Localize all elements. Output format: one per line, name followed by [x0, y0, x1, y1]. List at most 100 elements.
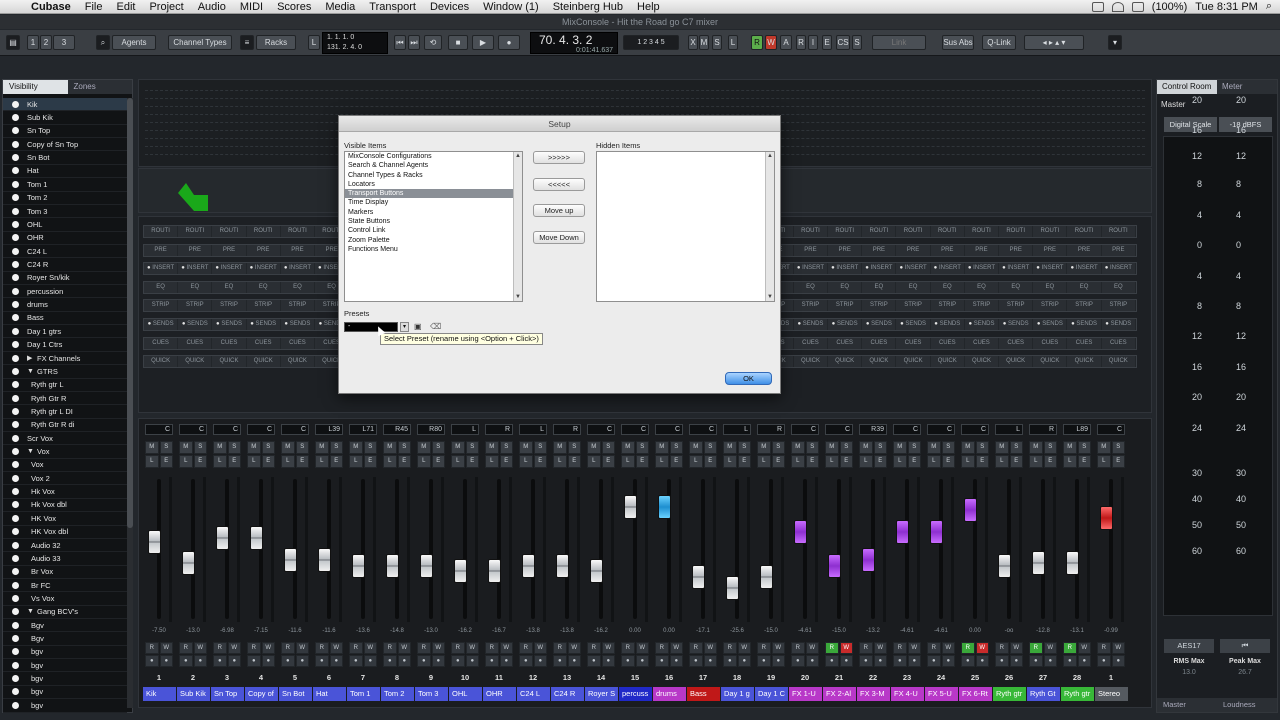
rack-slot[interactable]: PRE: [247, 244, 281, 256]
channel-l-button[interactable]: L: [723, 455, 737, 468]
channel-l-button[interactable]: L: [893, 455, 907, 468]
zoom-palette[interactable]: ◂ ▸ ▴ ▾: [1024, 35, 1084, 50]
fader-knob[interactable]: [420, 553, 433, 578]
write-button[interactable]: W: [159, 642, 173, 654]
visibility-item[interactable]: OHR: [3, 232, 127, 245]
channel-e-button[interactable]: E: [227, 455, 241, 468]
channel-name[interactable]: Royer S: [585, 687, 618, 701]
tab-loudness[interactable]: Loudness: [1217, 698, 1277, 712]
menu-item[interactable]: File: [78, 1, 110, 13]
visibility-dot-icon[interactable]: [12, 314, 19, 322]
channel-l-button[interactable]: L: [315, 455, 329, 468]
visibility-dot-icon[interactable]: [12, 100, 19, 108]
visibility-dot-icon[interactable]: [12, 194, 19, 202]
channel-m-button[interactable]: M: [145, 441, 159, 454]
visibility-item[interactable]: OHL: [3, 218, 127, 232]
channel-e-button[interactable]: E: [737, 455, 751, 468]
rack-slot[interactable]: INSERT: [896, 263, 931, 275]
read-button[interactable]: R: [621, 642, 635, 654]
channel-m-button[interactable]: M: [213, 441, 227, 454]
state-s2-button[interactable]: S: [852, 35, 862, 50]
write-button[interactable]: W: [635, 642, 649, 654]
automation-dot-icon[interactable]: ●: [791, 655, 805, 667]
write-button[interactable]: W: [363, 642, 377, 654]
menu-item[interactable]: Steinberg Hub: [546, 1, 630, 13]
visibility-dot-icon[interactable]: [12, 501, 19, 509]
visibility-item[interactable]: C24 R: [3, 258, 127, 272]
channel-name[interactable]: FX 2-Al: [823, 687, 856, 701]
channel-name[interactable]: Tom 2: [381, 687, 414, 701]
fader-knob[interactable]: [318, 548, 331, 573]
channel-name[interactable]: Tom 1: [347, 687, 380, 701]
channel-l-button[interactable]: L: [281, 455, 295, 468]
window-layout-icon[interactable]: ▤: [6, 35, 20, 50]
rack-slot[interactable]: ROUTI: [896, 226, 931, 237]
channel-l-button[interactable]: L: [179, 455, 193, 468]
channel-l-button[interactable]: L: [961, 455, 975, 468]
read-button[interactable]: R: [213, 642, 227, 654]
channel-m-button[interactable]: M: [417, 441, 431, 454]
read-button[interactable]: R: [689, 642, 703, 654]
channel-e-button[interactable]: E: [1043, 455, 1057, 468]
channel-e-button[interactable]: E: [397, 455, 411, 468]
fader-track[interactable]: [905, 479, 909, 619]
rack-slot[interactable]: ROUTI: [931, 226, 965, 237]
automation-dot-icon[interactable]: ●: [825, 655, 839, 667]
sus-abs-button[interactable]: Sus Abs: [942, 35, 974, 50]
automation-dot-icon[interactable]: ●: [771, 655, 785, 667]
channel-m-button[interactable]: M: [1097, 441, 1111, 454]
visibility-dot-icon[interactable]: [12, 407, 19, 415]
fader-knob[interactable]: [760, 565, 773, 589]
visibility-item[interactable]: bgv: [3, 699, 127, 713]
rack-slot[interactable]: EQ: [1102, 281, 1136, 293]
rack-slot[interactable]: EQ: [178, 281, 213, 293]
rack-slot[interactable]: STRIP: [1067, 300, 1102, 312]
write-button[interactable]: W: [1009, 642, 1023, 654]
visible-list-item[interactable]: MixConsole Configurations: [345, 152, 522, 161]
write-button[interactable]: W: [771, 642, 785, 654]
channel-l-button[interactable]: L: [655, 455, 669, 468]
automation-dot-icon[interactable]: ●: [451, 655, 465, 667]
visibility-dot-icon[interactable]: [12, 474, 19, 482]
visibility-item[interactable]: Br Vox: [3, 566, 127, 579]
channel-l-button[interactable]: L: [1097, 455, 1111, 468]
channel-name[interactable]: Day 1 C: [755, 687, 788, 701]
automation-dot-icon[interactable]: ●: [193, 655, 207, 667]
visible-list-item[interactable]: Locators: [345, 180, 522, 189]
visible-items-list[interactable]: MixConsole Configurations Search & Channe…: [344, 151, 523, 302]
write-button[interactable]: W: [193, 642, 207, 654]
channel-e-button[interactable]: E: [295, 455, 309, 468]
read-button[interactable]: R: [859, 642, 873, 654]
read-button[interactable]: R: [825, 642, 839, 654]
rack-slot[interactable]: PRE: [931, 244, 965, 256]
rack-slot[interactable]: EQ: [247, 281, 281, 293]
channel-m-button[interactable]: M: [655, 441, 669, 454]
rack-slot[interactable]: STRIP: [931, 300, 965, 312]
automation-dot-icon[interactable]: ●: [689, 655, 703, 667]
pan-control[interactable]: C: [893, 424, 921, 435]
channel-l-button[interactable]: L: [485, 455, 499, 468]
visibility-item[interactable]: Ryth Gtr R di: [3, 419, 127, 432]
rack-slot[interactable]: EQ: [828, 281, 863, 293]
chevron-down-icon[interactable]: ▾: [400, 322, 409, 332]
config-2-button[interactable]: 2: [40, 35, 52, 50]
position-display[interactable]: 70. 4. 3. 2 0:01:41.637: [530, 32, 618, 54]
fader-knob[interactable]: [998, 553, 1011, 578]
write-button[interactable]: W: [227, 642, 241, 654]
state-x-button[interactable]: X: [688, 35, 698, 50]
channel-name[interactable]: Stereo: [1095, 687, 1128, 701]
rack-slot[interactable]: ROUTI: [1102, 226, 1136, 237]
read-button[interactable]: R: [247, 642, 261, 654]
locator-display[interactable]: 1. 1. 1. 0 131. 2. 4. 0: [322, 32, 388, 54]
channel-s-button[interactable]: S: [295, 441, 309, 454]
visibility-item[interactable]: Ryth Gtr R: [3, 392, 127, 406]
visibility-dot-icon[interactable]: [12, 114, 19, 122]
automation-dot-icon[interactable]: ●: [975, 655, 989, 667]
visibility-dot-icon[interactable]: [12, 381, 19, 389]
channel-e-button[interactable]: E: [159, 455, 173, 468]
visibility-dot-icon[interactable]: [12, 635, 19, 643]
automation-dot-icon[interactable]: ●: [397, 655, 411, 667]
rack-slot[interactable]: INSERT: [999, 263, 1034, 275]
rack-slot[interactable]: CUES: [281, 337, 316, 349]
pan-control[interactable]: C: [791, 424, 819, 435]
